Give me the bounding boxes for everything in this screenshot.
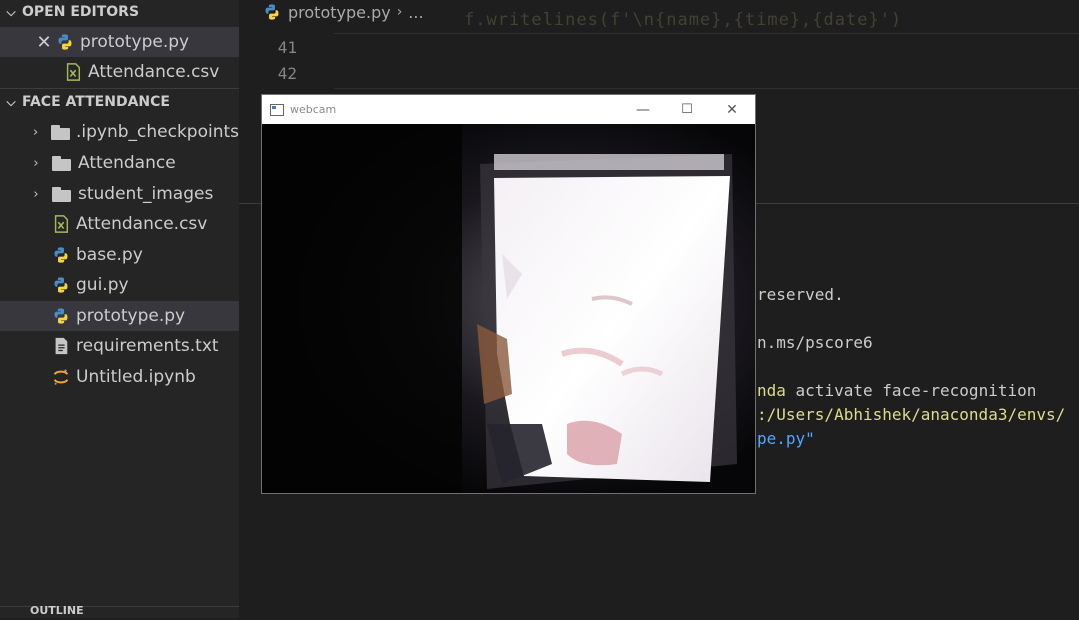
file-gui-py[interactable]: gui.py [0, 270, 239, 300]
chevron-down-icon: ⌵ [6, 4, 16, 19]
open-editors-header[interactable]: ⌵ OPEN EDITORS [0, 0, 239, 24]
outline-header[interactable]: OUTLINE [0, 604, 239, 618]
breadcrumb-file[interactable]: prototype.py [288, 3, 391, 22]
workspace-header[interactable]: ⌵ FACE ATTENDANCE [0, 90, 239, 114]
folder-student-images[interactable]: › student_images [0, 179, 239, 209]
maximize-button[interactable]: ☐ [665, 95, 709, 124]
terminal-command-prefix: nda [757, 381, 786, 400]
folder-ipynb-checkpoints[interactable]: › .ipynb_checkpoints [0, 117, 239, 147]
file-label: gui.py [76, 275, 129, 295]
file-label: Attendance.csv [76, 214, 208, 234]
current-line-border [334, 88, 1079, 89]
open-editor-item-prototype[interactable]: ✕ prototype.py [0, 27, 239, 57]
line-number: 41 [277, 38, 297, 57]
line-number: 42 [277, 64, 297, 83]
file-label: requirements.txt [76, 336, 219, 356]
outline-title: OUTLINE [30, 604, 84, 617]
webcam-frame-image [262, 124, 755, 493]
file-label: prototype.py [76, 306, 186, 326]
code-line-partial: f.writelines(f'\n{name},{time},{date}') [464, 10, 903, 30]
csv-icon [66, 63, 81, 81]
explorer-sidebar: ⌵ OPEN EDITORS ✕ prototype.py Attendance… [0, 0, 239, 618]
chevron-down-icon: ⌵ [6, 94, 16, 109]
chevron-right-icon: › [33, 124, 39, 140]
file-prototype-py[interactable]: prototype.py [0, 301, 239, 331]
open-editors-title: OPEN EDITORS [22, 4, 140, 20]
terminal-line: pe.py" [757, 429, 815, 448]
terminal-line: n.ms/pscore6 [757, 333, 873, 352]
folder-icon [52, 156, 72, 171]
file-label: Untitled.ipynb [76, 367, 196, 387]
csv-icon [54, 215, 69, 233]
close-button[interactable]: ✕ [710, 95, 754, 124]
workspace-title: FACE ATTENDANCE [22, 94, 170, 110]
webcam-titlebar[interactable]: webcam — ☐ ✕ [262, 95, 755, 124]
chevron-right-icon: › [396, 4, 403, 20]
python-icon [54, 247, 68, 263]
close-icon[interactable]: ✕ [36, 32, 52, 53]
python-icon [265, 4, 279, 20]
folder-icon [51, 125, 70, 140]
terminal-command-rest: activate face-recognition [785, 381, 1037, 400]
folder-label: Attendance [78, 153, 176, 173]
file-requirements-txt[interactable]: requirements.txt [0, 331, 239, 361]
folder-icon [52, 187, 72, 202]
jupyter-icon [53, 369, 69, 385]
python-icon [54, 308, 68, 324]
open-editor-label: Attendance.csv [88, 62, 220, 82]
python-icon [54, 277, 68, 293]
text-file-icon [55, 337, 68, 355]
current-line-border [334, 33, 1079, 34]
chevron-right-icon: › [33, 186, 39, 202]
folder-label: student_images [78, 184, 214, 204]
webcam-window[interactable]: webcam — ☐ ✕ [261, 94, 756, 494]
window-app-icon [270, 103, 284, 116]
webcam-video-feed [262, 124, 755, 493]
file-label: base.py [76, 245, 143, 265]
section-divider [0, 88, 239, 89]
python-icon [58, 34, 72, 50]
file-base-py[interactable]: base.py [0, 240, 239, 270]
webcam-title: webcam [290, 103, 337, 116]
folder-attendance[interactable]: › Attendance [0, 148, 239, 178]
open-editor-item-attendance-csv[interactable]: Attendance.csv [0, 57, 239, 87]
breadcrumb: prototype.py › ... [263, 0, 424, 24]
terminal-command-line: nda activate face-recognition [757, 381, 1036, 400]
file-untitled-ipynb[interactable]: Untitled.ipynb [0, 362, 239, 392]
minimize-button[interactable]: — [621, 95, 665, 124]
folder-label: .ipynb_checkpoints [75, 122, 239, 142]
breadcrumb-more[interactable]: ... [408, 3, 423, 22]
open-editor-label: prototype.py [80, 32, 190, 52]
file-attendance-csv[interactable]: Attendance.csv [0, 209, 239, 239]
terminal-line: :/Users/Abhishek/anaconda3/envs/ [757, 405, 1066, 424]
terminal-line: reserved. [757, 285, 844, 304]
chevron-right-icon: › [33, 155, 39, 171]
